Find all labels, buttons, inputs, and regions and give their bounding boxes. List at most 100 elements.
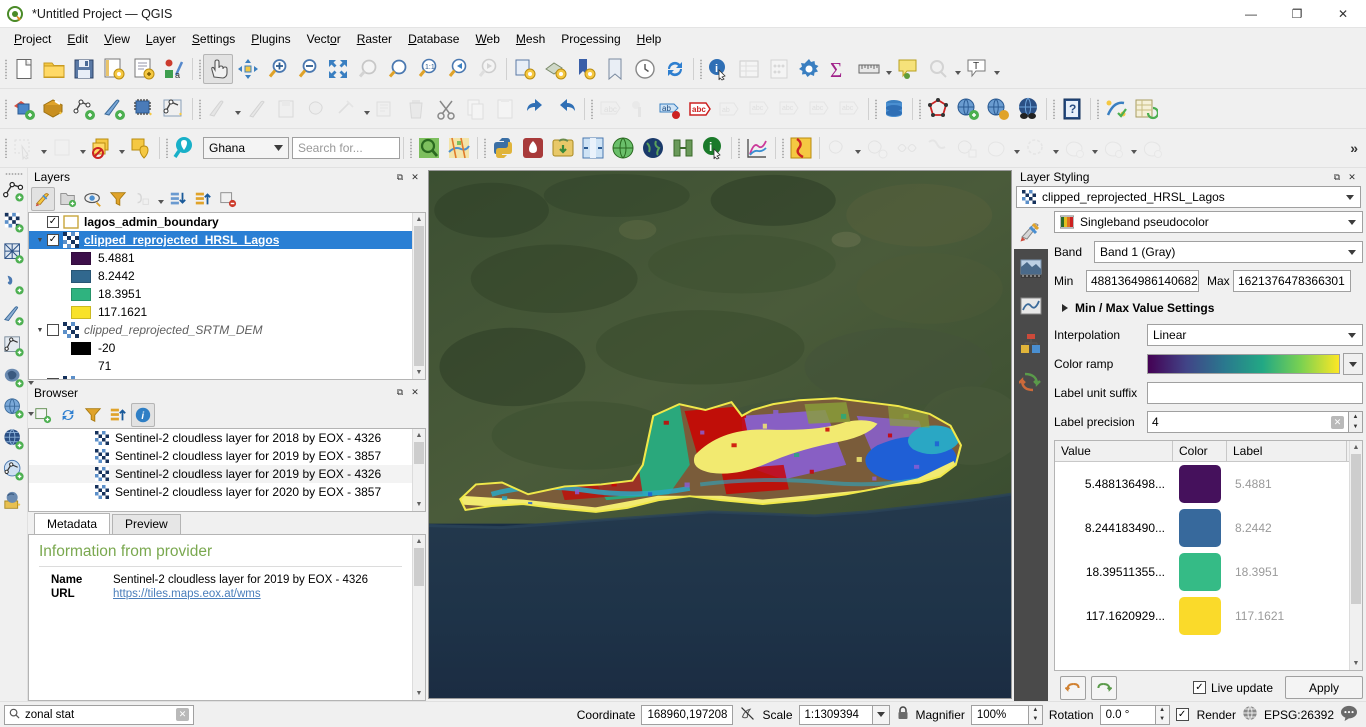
geometry-tools-icon[interactable]	[982, 133, 1012, 163]
select-by-expression-icon[interactable]	[87, 133, 117, 163]
locator-search-input[interactable]: zonal stat ✕	[4, 704, 194, 725]
new-bookmark-icon[interactable]	[570, 54, 600, 84]
message-log-icon[interactable]	[1340, 705, 1362, 724]
menu-edit[interactable]: Edit	[59, 30, 96, 48]
collapse-all-icon[interactable]	[191, 187, 215, 211]
field-calculator-icon[interactable]	[764, 54, 794, 84]
browser-list-item[interactable]: Sentinel-2 cloudless layer for 2018 by E…	[29, 429, 412, 447]
vertex-tool-icon[interactable]	[332, 94, 362, 124]
text-annotation-icon[interactable]: T	[962, 54, 992, 84]
add-selected-layers-icon[interactable]	[31, 403, 55, 427]
coordinate-input[interactable]: 168960,197208	[641, 704, 734, 725]
toolbar-grip[interactable]	[2, 57, 9, 81]
add-raster-layer-icon[interactable]	[1, 209, 27, 235]
new-print-layout-icon[interactable]	[129, 54, 159, 84]
legend-symbol-row[interactable]: 117.1621	[29, 303, 412, 321]
menu-raster[interactable]: Raster	[349, 30, 400, 48]
analysis-tools-icon[interactable]	[1021, 133, 1051, 163]
toolbar-grip[interactable]	[407, 136, 414, 160]
current-edits-icon[interactable]	[203, 94, 233, 124]
openstreetmap-icon[interactable]	[444, 133, 474, 163]
topology-checker-icon[interactable]	[923, 94, 953, 124]
menu-web[interactable]: Web	[467, 30, 507, 48]
geoprocessing-intersect-icon[interactable]	[892, 133, 922, 163]
install-plugin-icon[interactable]	[548, 133, 578, 163]
buffer-caret[interactable]	[853, 133, 862, 163]
class-color-swatch[interactable]	[1179, 509, 1221, 547]
menu-processing[interactable]: Processing	[553, 30, 628, 48]
menu-database[interactable]: Database	[400, 30, 467, 48]
cut-features-icon[interactable]	[431, 94, 461, 124]
renderer-combo[interactable]: Singleband pseudocolor	[1054, 211, 1363, 233]
scale-dropdown[interactable]	[872, 704, 890, 725]
pan-to-selection-icon[interactable]	[233, 54, 263, 84]
close-button[interactable]: ✕	[1320, 0, 1366, 28]
legend-symbol-row[interactable]: 18.3951	[29, 285, 412, 303]
chevron-down-icon[interactable]: ▼	[33, 323, 47, 337]
tab-metadata[interactable]: Metadata	[34, 512, 111, 534]
data-management-icon[interactable]	[1099, 133, 1129, 163]
analysis-caret[interactable]	[1051, 133, 1060, 163]
menu-project[interactable]: Project	[6, 30, 59, 48]
menu-vector[interactable]: Vector	[299, 30, 349, 48]
crs-globe-icon[interactable]	[1242, 705, 1258, 724]
refresh-browser-icon[interactable]	[56, 403, 80, 427]
legend-symbol-row[interactable]: 8.2442	[29, 267, 412, 285]
zoom-last-icon[interactable]	[443, 54, 473, 84]
filter-legend-expression-icon[interactable]	[131, 187, 155, 211]
toolbar-grip[interactable]	[196, 57, 203, 81]
color-class-row[interactable]: 5.488136498... 5.4881	[1055, 462, 1362, 506]
legend-symbol-row[interactable]: 5.4881	[29, 249, 412, 267]
layer-visibility-checkbox[interactable]: ✓	[47, 216, 59, 228]
magnifier-stepper[interactable]: ▲ ▼	[1028, 704, 1043, 725]
zoom-in-icon[interactable]	[263, 54, 293, 84]
research-tools-icon[interactable]	[1060, 133, 1090, 163]
filter-expression-caret[interactable]	[156, 187, 165, 211]
add-raster-layer-icon[interactable]	[39, 94, 69, 124]
new-project-icon[interactable]	[9, 54, 39, 84]
expand-all-icon[interactable]	[166, 187, 190, 211]
layer-tree-row[interactable]: ✓ lagos_admin_boundary	[29, 213, 412, 231]
research-caret[interactable]	[1090, 133, 1099, 163]
add-postgis-layer-icon[interactable]	[129, 94, 159, 124]
filter-browser-icon[interactable]	[81, 403, 105, 427]
help-contents-icon[interactable]: ?	[1057, 94, 1087, 124]
toolbar-grip[interactable]	[481, 136, 488, 160]
browser-list-item[interactable]: Sentinel-2 cloudless layer for 2019 by E…	[29, 447, 412, 465]
delete-selected-icon[interactable]	[401, 94, 431, 124]
refresh-attribute-icon[interactable]	[1131, 94, 1161, 124]
label-precision-stepper[interactable]: ▲ ▼	[1348, 411, 1363, 433]
column-header-label[interactable]: Label	[1227, 441, 1347, 461]
add-text-layer-icon[interactable]	[1, 302, 27, 328]
layer-visibility-checkbox[interactable]: ✓	[47, 234, 59, 246]
chevron-down-icon[interactable]	[27, 381, 34, 385]
chevron-down-icon[interactable]: ▼	[33, 233, 47, 247]
select-features-icon[interactable]	[9, 133, 39, 163]
identify-features-icon[interactable]: i	[704, 54, 734, 84]
chevron-right-icon[interactable]: ▶	[33, 377, 47, 379]
toggle-editing-icon[interactable]	[242, 94, 272, 124]
add-wcs-layer-icon[interactable]	[1, 426, 27, 452]
change-label-icon[interactable]: abc	[805, 94, 835, 124]
undo-redo-history-icon[interactable]	[1017, 369, 1045, 395]
save-project-icon[interactable]	[69, 54, 99, 84]
open-attribute-table-icon[interactable]	[734, 54, 764, 84]
class-value[interactable]: 117.1620929...	[1055, 609, 1173, 623]
locator-search-icon[interactable]	[170, 133, 200, 163]
toolbar-grip[interactable]	[735, 136, 742, 160]
transparency-icon[interactable]	[1017, 255, 1045, 281]
scroll-down-arrow[interactable]: ▼	[413, 687, 425, 700]
new-3d-map-view-icon[interactable]	[540, 54, 570, 84]
browser-list-item[interactable]: Sentinel-2 cloudless layer for 2020 by E…	[29, 483, 412, 501]
class-color-cell[interactable]	[1173, 553, 1227, 591]
classes-scrollbar[interactable]: ▲ ▼	[1349, 441, 1362, 670]
select-value-caret[interactable]	[953, 54, 962, 84]
add-vector-layer-icon[interactable]	[1, 178, 27, 204]
geoprocessing-dissolve-icon[interactable]	[952, 133, 982, 163]
globe-icon[interactable]	[638, 133, 668, 163]
scroll-thumb[interactable]	[414, 226, 424, 379]
qgis-plugin-icon[interactable]	[518, 133, 548, 163]
layers-close-button[interactable]: ✕	[409, 171, 421, 183]
add-vector-layer-icon[interactable]	[9, 94, 39, 124]
python-console-icon[interactable]	[488, 133, 518, 163]
